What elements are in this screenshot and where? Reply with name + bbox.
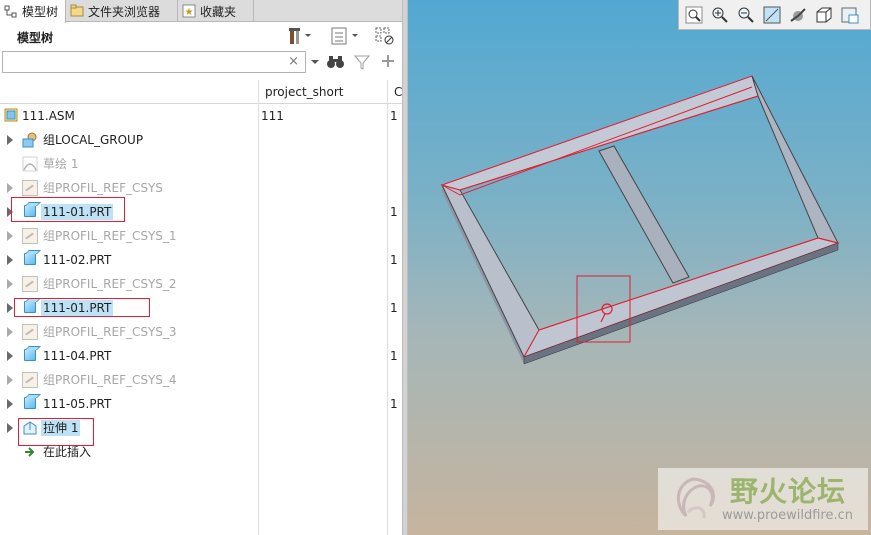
- csys-group-icon: [22, 180, 38, 196]
- tree-item[interactable]: 组PROFIL_REF_CSYS_3: [0, 320, 402, 344]
- column-header-c[interactable]: C: [394, 85, 402, 99]
- expand-arrow-icon[interactable]: [7, 351, 13, 361]
- tree-item[interactable]: 组PROFIL_REF_CSYS_1: [0, 224, 402, 248]
- tree-root-row[interactable]: 111.ASM 111 1: [0, 104, 402, 128]
- tree-filter-icon[interactable]: [375, 26, 395, 46]
- part-icon: [24, 253, 36, 265]
- favorites-icon: ★: [182, 4, 196, 18]
- group-icon: [22, 132, 38, 148]
- model-tree-icon: [4, 5, 18, 19]
- frame-left-bar: [441, 184, 540, 359]
- filter-icon[interactable]: [353, 53, 371, 74]
- cell-c: 1: [390, 205, 398, 219]
- forum-watermark: 野火论坛 www.proewildfire.cn: [658, 468, 868, 530]
- frame-top-bar: [440, 75, 759, 191]
- csys-group-icon: [22, 372, 38, 388]
- tree-item[interactable]: 草绘 1: [0, 152, 402, 176]
- tab-model-tree[interactable]: 模型树: [0, 0, 66, 23]
- csys-group-icon: [22, 276, 38, 292]
- expand-arrow-icon[interactable]: [7, 279, 13, 289]
- expand-arrow-icon[interactable]: [7, 303, 13, 313]
- column-header-row: project_short C: [0, 80, 402, 104]
- tree-item[interactable]: 组PROFIL_REF_CSYS_2: [0, 272, 402, 296]
- expand-arrow-icon[interactable]: [7, 327, 13, 337]
- binoculars-icon[interactable]: [326, 53, 346, 74]
- panel-header: 模型树: [0, 23, 402, 49]
- expand-arrow-icon[interactable]: [7, 183, 13, 193]
- csys-group-icon: [22, 228, 38, 244]
- tree-item[interactable]: 111-05.PRT 1: [0, 392, 402, 416]
- expand-arrow-icon[interactable]: [7, 375, 13, 385]
- svg-text:★: ★: [185, 7, 194, 18]
- watermark-url: www.proewildfire.cn: [722, 508, 853, 523]
- forum-logo-icon: [666, 474, 720, 524]
- expand-arrow-icon[interactable]: [7, 423, 13, 433]
- cell-c: 1: [390, 349, 398, 363]
- search-field[interactable]: ×: [2, 51, 306, 73]
- part-icon: [24, 349, 36, 361]
- tab-folder-browser[interactable]: 文件夹浏览器: [66, 0, 178, 22]
- insert-here-row[interactable]: 在此插入: [0, 440, 402, 464]
- expand-arrow-icon[interactable]: [7, 135, 13, 145]
- tree-item-label: 111-02.PRT: [43, 253, 112, 267]
- column-header-project-short[interactable]: project_short: [265, 85, 344, 99]
- tree-item[interactable]: 111-02.PRT 1: [0, 248, 402, 272]
- graphics-viewport[interactable]: 野火论坛 www.proewildfire.cn: [408, 0, 871, 535]
- tree-item[interactable]: 组PROFIL_REF_CSYS_4: [0, 368, 402, 392]
- highlight-box: [14, 298, 150, 317]
- tree-item-label: 组PROFIL_REF_CSYS_4: [43, 373, 177, 387]
- csys-group-icon: [22, 324, 38, 340]
- tree-item[interactable]: 111-04.PRT 1: [0, 344, 402, 368]
- frame-right-bar: [751, 75, 839, 244]
- panel-tabbar: 模型树 文件夹浏览器 ★ 收藏夹: [0, 0, 402, 23]
- tree-item-label: 组PROFIL_REF_CSYS_3: [43, 325, 177, 339]
- add-column-icon[interactable]: [380, 53, 396, 72]
- frame-bottom-bar: [522, 237, 840, 358]
- watermark-title: 野火论坛: [730, 475, 847, 508]
- tree-item-label: 111-04.PRT: [43, 349, 112, 363]
- folder-browser-icon: [70, 4, 84, 18]
- panel-title: 模型树: [17, 31, 54, 45]
- settings-tools-icon[interactable]: [287, 26, 311, 46]
- tab-favorites[interactable]: ★ 收藏夹: [178, 0, 254, 22]
- tree-item-label: 组LOCAL_GROUP: [43, 133, 144, 147]
- cell-c: 1: [390, 301, 398, 315]
- frame-middle-bar: [598, 145, 690, 284]
- tab-label: 收藏夹: [200, 4, 237, 19]
- tab-label: 文件夹浏览器: [88, 4, 161, 19]
- model-tree-panel: 模型树 文件夹浏览器 ★ 收藏夹 模型树 × project_short C 1…: [0, 0, 402, 535]
- search-dropdown-icon[interactable]: [310, 56, 320, 70]
- expand-arrow-icon[interactable]: [7, 399, 13, 409]
- tree-item-label: 组PROFIL_REF_CSYS_1: [43, 229, 177, 243]
- tree-root-label: 111.ASM: [22, 109, 75, 123]
- highlight-box: [11, 197, 125, 222]
- expand-arrow-icon[interactable]: [7, 231, 13, 241]
- tab-label: 模型树: [22, 5, 59, 19]
- tree-item-label: 111-05.PRT: [43, 397, 112, 411]
- tree-item-label: 组PROFIL_REF_CSYS_2: [43, 277, 177, 291]
- tree-item-label: 草绘 1: [43, 157, 79, 171]
- sketch-icon: [22, 156, 38, 172]
- cell-c: 1: [390, 253, 398, 267]
- insert-arrow-icon: [22, 444, 38, 460]
- show-options-icon[interactable]: [330, 26, 358, 46]
- cell-c: 1: [390, 109, 398, 123]
- tree-item-label: 组PROFIL_REF_CSYS: [43, 181, 163, 195]
- assembly-icon: [4, 108, 18, 125]
- clear-search-button[interactable]: ×: [288, 54, 299, 70]
- model-frame-render: [440, 75, 840, 365]
- part-icon: [24, 397, 36, 409]
- search-input[interactable]: [3, 52, 283, 72]
- cell-c: 1: [390, 397, 398, 411]
- expand-arrow-icon[interactable]: [7, 255, 13, 265]
- insert-here-label: 在此插入: [43, 445, 92, 459]
- tree-item[interactable]: 组LOCAL_GROUP: [0, 128, 402, 152]
- cell-project-short: 111: [261, 109, 284, 123]
